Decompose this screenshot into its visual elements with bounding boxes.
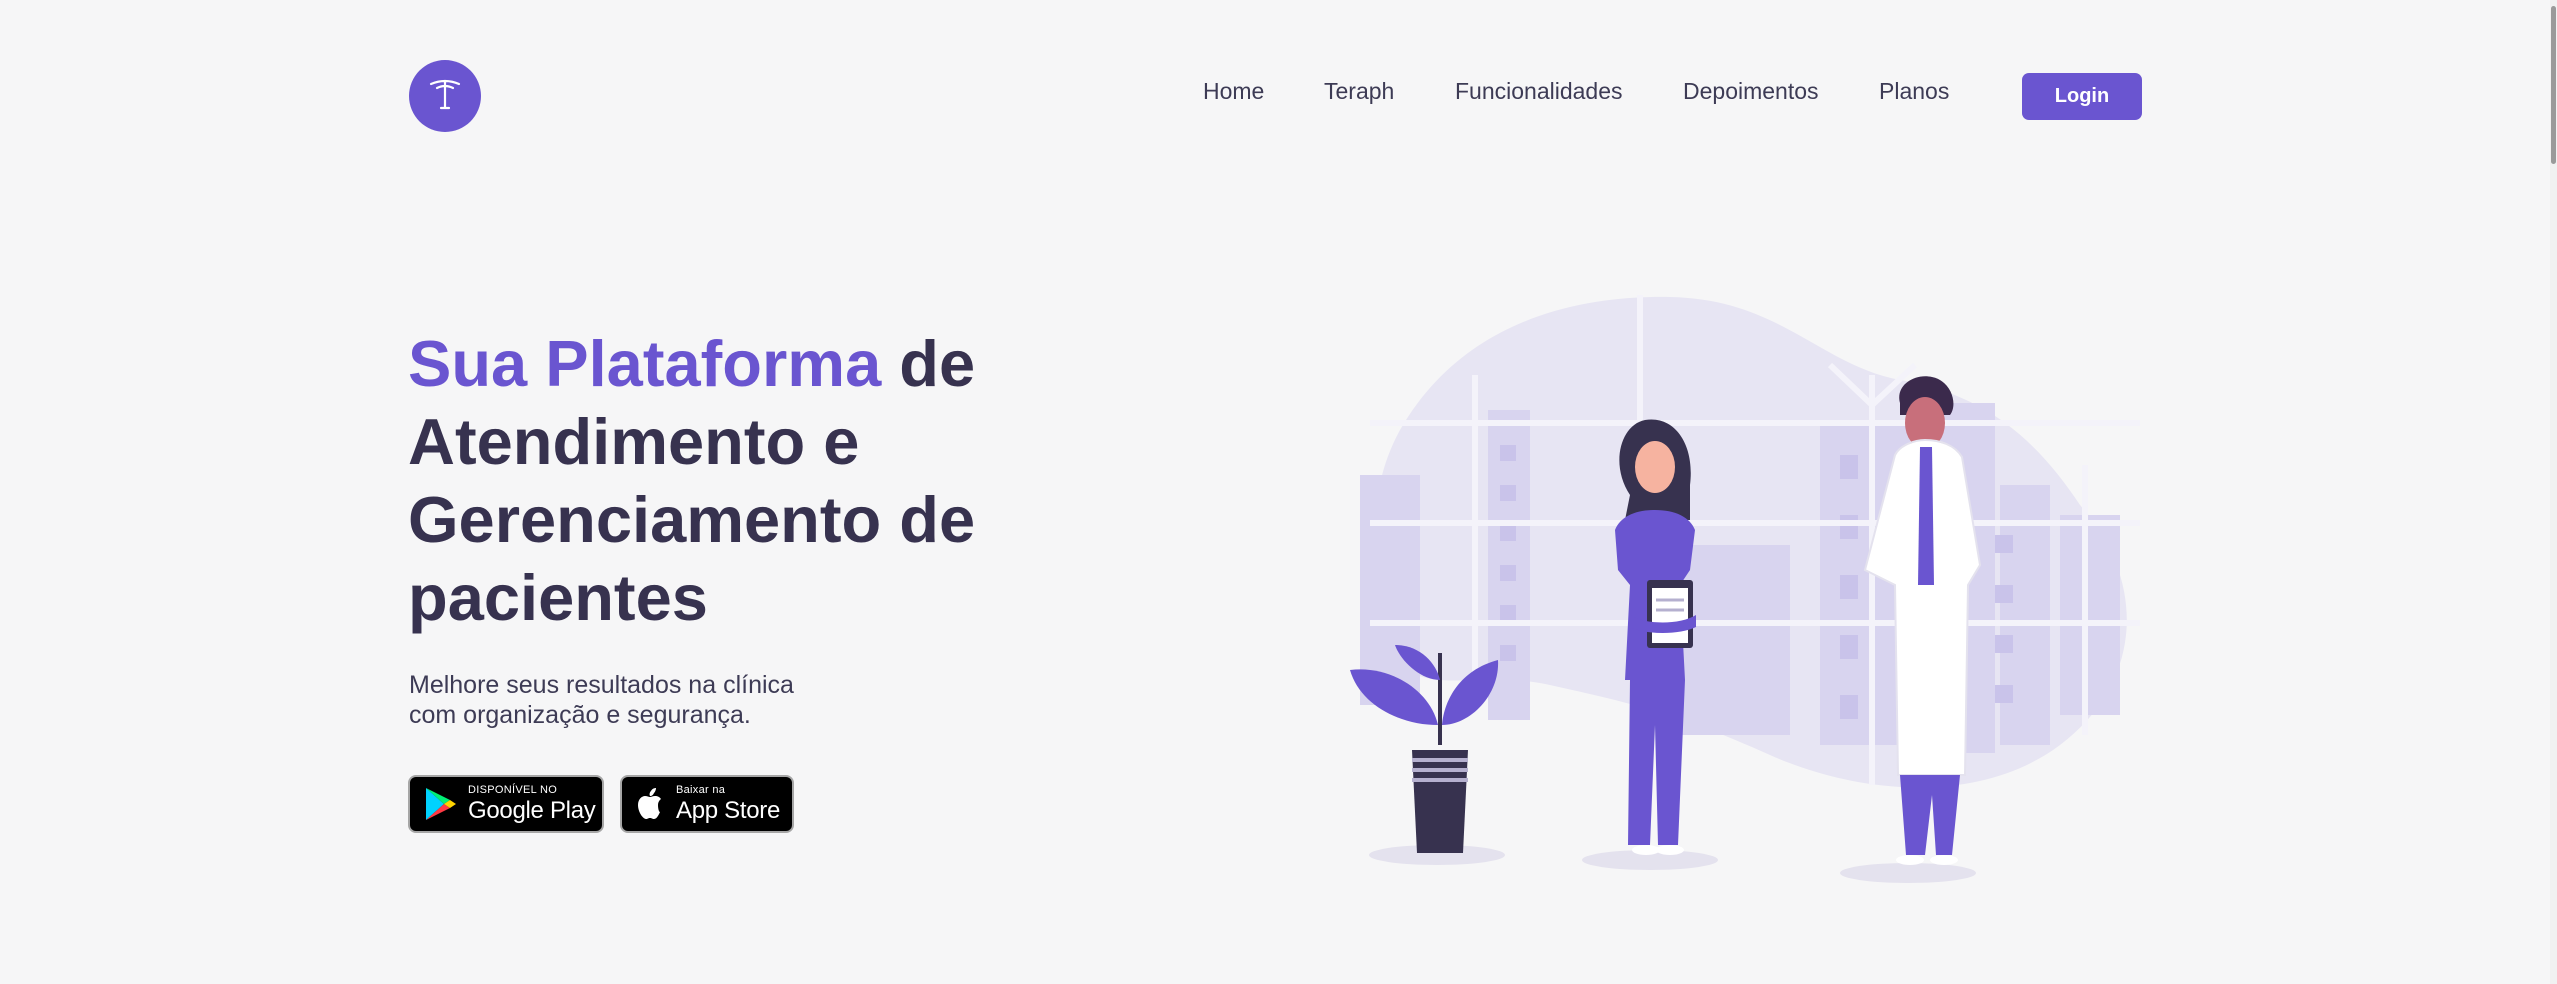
hero-subtitle-line2: com organização e segurança. [409, 701, 751, 729]
landing-page: Home Teraph Funcionalidades Depoimentos … [0, 0, 2557, 984]
hero-title: Sua Plataforma de Atendimento e Gerencia… [408, 325, 1048, 637]
hero-title-accent: Sua Plataforma [408, 327, 882, 400]
login-button[interactable]: Login [2022, 73, 2142, 120]
brand-logo[interactable] [409, 60, 481, 132]
google-play-small-text: DISPONÍVEL NO [468, 784, 558, 796]
app-store-button[interactable]: Baixar na App Store [620, 775, 794, 833]
nav-home[interactable]: Home [1203, 78, 1264, 105]
app-store-small-text: Baixar na [676, 784, 726, 796]
hero-illustration [1350, 295, 2140, 883]
nav-teraph[interactable]: Teraph [1324, 78, 1394, 105]
hero-subtitle: Melhore seus resultados na clínica com o… [409, 670, 889, 730]
nav-funcionalidades[interactable]: Funcionalidades [1455, 78, 1623, 105]
scrollbar-thumb[interactable] [2551, 6, 2556, 164]
doctor-shadow [1840, 863, 1976, 883]
nav-depoimentos[interactable]: Depoimentos [1683, 78, 1819, 105]
google-play-icon [426, 788, 456, 820]
google-play-big-text: Google Play [468, 797, 596, 824]
apple-icon [638, 788, 661, 819]
google-play-button[interactable]: DISPONÍVEL NO Google Play [408, 775, 604, 833]
nav-planos[interactable]: Planos [1879, 78, 1949, 105]
logo-t-icon [429, 79, 461, 110]
page-scrollbar[interactable] [2550, 0, 2557, 984]
app-store-big-text: App Store [676, 797, 781, 824]
hero-subtitle-line1: Melhore seus resultados na clínica [409, 671, 794, 699]
